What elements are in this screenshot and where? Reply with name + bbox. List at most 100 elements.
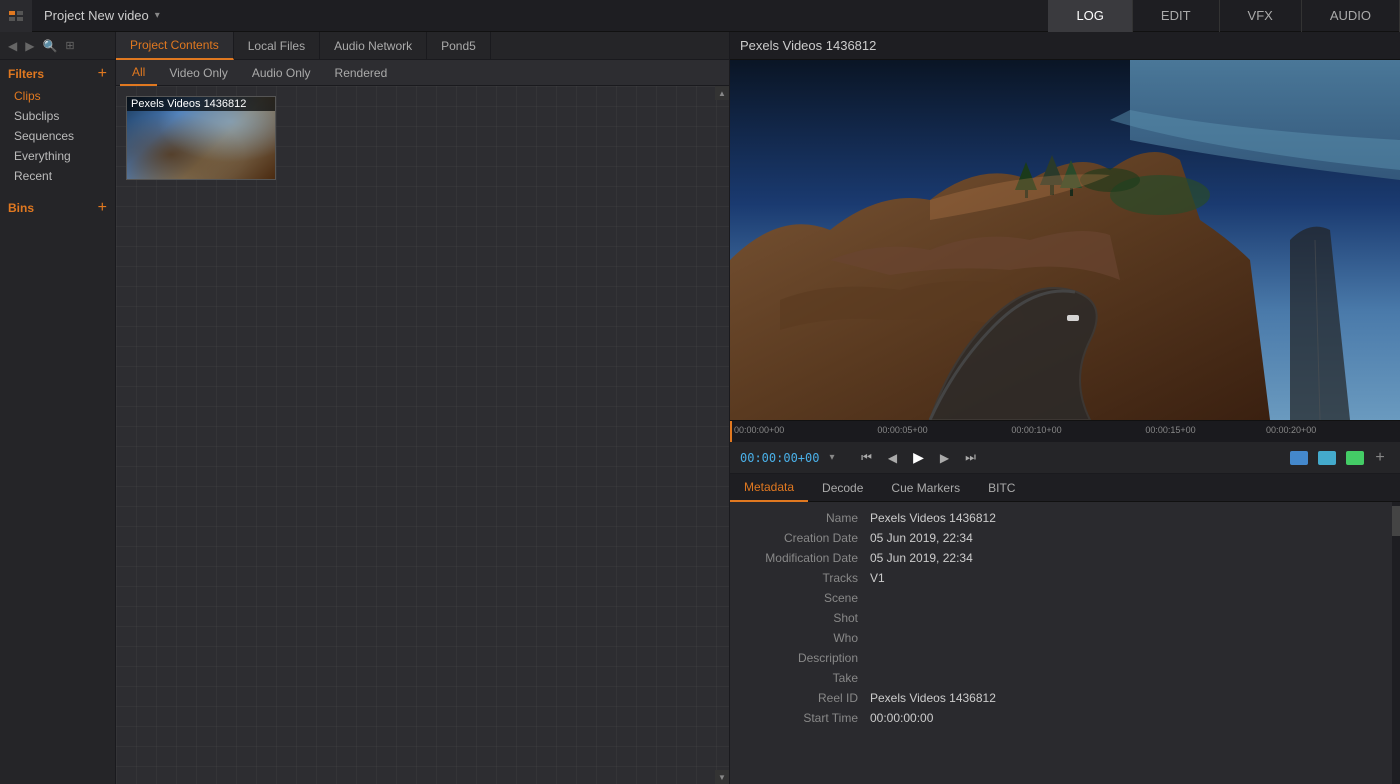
meta-val-modification-date: 05 Jun 2019, 22:34 xyxy=(870,551,973,565)
metadata-content: Name Pexels Videos 1436812 Creation Date… xyxy=(730,502,1400,784)
project-title[interactable]: Project New video ▾ xyxy=(32,8,172,23)
filter-everything[interactable]: Everything xyxy=(8,146,107,166)
nav-tab-edit[interactable]: EDIT xyxy=(1133,0,1220,32)
bins-add-button[interactable]: + xyxy=(98,200,107,216)
search-icon[interactable]: 🔍 xyxy=(40,37,59,55)
filters-section: Filters + Clips Subclips Sequences Every… xyxy=(0,60,115,186)
meta-row-creation-date: Creation Date 05 Jun 2019, 22:34 xyxy=(730,528,1400,548)
app-icon xyxy=(8,8,24,24)
color-btn-green[interactable] xyxy=(1346,451,1364,465)
nav-tab-log-label: LOG xyxy=(1076,8,1103,23)
video-landscape-svg xyxy=(730,60,1400,420)
scroll-down-button[interactable]: ▼ xyxy=(715,770,729,784)
meta-tab-cue-markers[interactable]: Cue Markers xyxy=(877,474,974,502)
back-arrow[interactable]: ◀ xyxy=(6,37,19,55)
meta-scrollbar[interactable] xyxy=(1392,502,1400,784)
timeline-marker-0: 00:00:00+00 xyxy=(734,425,784,435)
forward-arrow[interactable]: ▶ xyxy=(23,37,36,55)
step-back-button[interactable]: ◀ xyxy=(883,448,903,468)
subtab-all[interactable]: All xyxy=(120,60,157,86)
clip-item[interactable]: Pexels Videos 1436812 xyxy=(126,96,276,180)
preview-title: Pexels Videos 1436812 xyxy=(730,32,1400,60)
filter-clips[interactable]: Clips xyxy=(8,86,107,106)
goto-end-button[interactable]: ⏭ xyxy=(961,448,981,468)
meta-val-creation-date: 05 Jun 2019, 22:34 xyxy=(870,531,973,545)
filter-recent[interactable]: Recent xyxy=(8,166,107,186)
add-marker-button[interactable]: + xyxy=(1370,448,1390,468)
color-btn-blue[interactable] xyxy=(1290,451,1308,465)
step-forward-button[interactable]: ▶ xyxy=(935,448,955,468)
meta-row-shot: Shot xyxy=(730,608,1400,628)
metadata-panel: Metadata Decode Cue Markers BITC Name Pe… xyxy=(730,474,1400,784)
meta-key-start-time: Start Time xyxy=(730,711,870,725)
meta-tab-decode[interactable]: Decode xyxy=(808,474,877,502)
filters-label: Filters xyxy=(8,67,44,81)
tab-audio-network[interactable]: Audio Network xyxy=(320,32,427,60)
tab-project-contents-label: Project Contents xyxy=(130,38,219,52)
meta-tab-metadata[interactable]: Metadata xyxy=(730,474,808,502)
nav-tab-log[interactable]: LOG xyxy=(1048,0,1132,32)
nav-tab-audio[interactable]: AUDIO xyxy=(1302,0,1400,32)
meta-row-reel-id: Reel ID Pexels Videos 1436812 xyxy=(730,688,1400,708)
meta-row-take: Take xyxy=(730,668,1400,688)
filter-subclips[interactable]: Subclips xyxy=(8,106,107,126)
bins-label: Bins xyxy=(8,201,34,215)
meta-val-reel-id: Pexels Videos 1436812 xyxy=(870,691,996,705)
right-panel: Pexels Videos 1436812 xyxy=(730,32,1400,784)
tab-local-files[interactable]: Local Files xyxy=(234,32,320,60)
clip-label: Pexels Videos 1436812 xyxy=(127,97,275,111)
tab-audio-network-label: Audio Network xyxy=(334,39,412,53)
filter-subclips-label: Subclips xyxy=(14,109,59,123)
nav-tab-vfx[interactable]: VFX xyxy=(1220,0,1302,32)
clip-thumbnail: Pexels Videos 1436812 xyxy=(126,96,276,180)
filter-recent-label: Recent xyxy=(14,169,52,183)
filter-sequences[interactable]: Sequences xyxy=(8,126,107,146)
timeline-playhead xyxy=(730,421,732,442)
timeline-marker-1: 00:00:05+00 xyxy=(877,425,927,435)
meta-key-reel-id: Reel ID xyxy=(730,691,870,705)
subtab-rendered[interactable]: Rendered xyxy=(323,60,400,86)
goto-start-button[interactable]: ⏮ xyxy=(857,448,877,468)
tab-project-contents[interactable]: Project Contents xyxy=(116,32,234,60)
filter-clips-label: Clips xyxy=(14,89,41,103)
meta-tab-decode-label: Decode xyxy=(822,481,863,495)
timeline-bar[interactable]: 00:00:00+00 00:00:05+00 00:00:10+00 00:0… xyxy=(730,420,1400,442)
project-title-text: Project New video xyxy=(44,8,149,23)
meta-key-name: Name xyxy=(730,511,870,525)
preview-title-text: Pexels Videos 1436812 xyxy=(740,38,876,53)
bins-section: Bins + xyxy=(0,194,115,220)
meta-scrollbar-thumb[interactable] xyxy=(1392,506,1400,536)
subtab-video-only[interactable]: Video Only xyxy=(157,60,239,86)
tab-pond5-label: Pond5 xyxy=(441,39,476,53)
preview-video[interactable] xyxy=(730,60,1400,420)
meta-key-scene: Scene xyxy=(730,591,870,605)
meta-row-name: Name Pexels Videos 1436812 xyxy=(730,508,1400,528)
meta-key-shot: Shot xyxy=(730,611,870,625)
scroll-up-button[interactable]: ▲ xyxy=(715,86,729,100)
filter-sequences-label: Sequences xyxy=(14,129,74,143)
meta-tab-bitc-label: BITC xyxy=(988,481,1015,495)
time-display: 00:00:00+00 xyxy=(740,451,819,465)
meta-row-who: Who xyxy=(730,628,1400,648)
meta-tab-cue-markers-label: Cue Markers xyxy=(891,481,960,495)
meta-row-start-time: Start Time 00:00:00:00 xyxy=(730,708,1400,728)
meta-row-modification-date: Modification Date 05 Jun 2019, 22:34 xyxy=(730,548,1400,568)
subtab-rendered-label: Rendered xyxy=(335,66,388,80)
meta-key-take: Take xyxy=(730,671,870,685)
app-icon-button[interactable] xyxy=(0,0,32,32)
meta-tab-metadata-label: Metadata xyxy=(744,480,794,494)
play-button[interactable]: ▶ xyxy=(909,448,929,468)
time-dropdown[interactable]: ▾ xyxy=(829,452,834,463)
meta-val-tracks: V1 xyxy=(870,571,885,585)
meta-tab-bitc[interactable]: BITC xyxy=(974,474,1029,502)
filters-add-button[interactable]: + xyxy=(98,66,107,82)
meta-key-modification-date: Modification Date xyxy=(730,551,870,565)
tab-pond5[interactable]: Pond5 xyxy=(427,32,491,60)
dropdown-icon: ▾ xyxy=(155,10,160,21)
grid-icon[interactable]: ⊞ xyxy=(63,37,76,54)
timeline-marker-2: 00:00:10+00 xyxy=(1011,425,1061,435)
bins-header: Bins + xyxy=(8,200,107,216)
metadata-tabs: Metadata Decode Cue Markers BITC xyxy=(730,474,1400,502)
color-btn-teal[interactable] xyxy=(1318,451,1336,465)
subtab-audio-only[interactable]: Audio Only xyxy=(240,60,323,86)
